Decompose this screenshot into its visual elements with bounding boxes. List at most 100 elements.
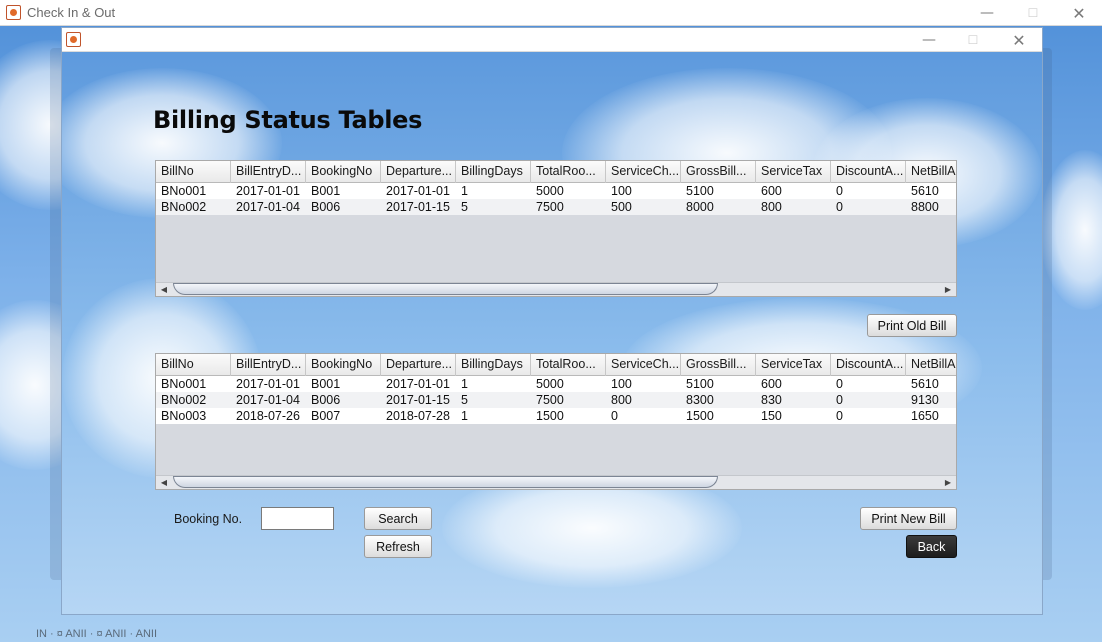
column-header[interactable]: Departure... <box>381 354 456 376</box>
booking-number-input[interactable] <box>261 507 334 530</box>
refresh-button[interactable]: Refresh <box>364 535 432 558</box>
table-cell[interactable]: 5 <box>456 199 531 215</box>
column-header[interactable]: BookingNo <box>306 354 381 376</box>
column-header[interactable]: TotalRoo... <box>531 161 606 183</box>
table-cell[interactable]: 5000 <box>531 376 606 392</box>
scrollbar-thumb[interactable] <box>173 283 718 295</box>
column-header[interactable]: GrossBill... <box>681 354 756 376</box>
table-cell[interactable]: 2017-01-01 <box>381 183 456 199</box>
table-cell[interactable]: 2017-01-15 <box>381 392 456 408</box>
scroll-right-icon[interactable]: ▶ <box>941 284 955 296</box>
table-cell[interactable]: 7500 <box>531 392 606 408</box>
column-header[interactable]: BillNo <box>156 354 231 376</box>
close-icon[interactable]: ✕ <box>996 28 1042 52</box>
column-header[interactable]: Departure... <box>381 161 456 183</box>
table-cell[interactable]: B006 <box>306 199 381 215</box>
column-header[interactable]: BillingDays <box>456 354 531 376</box>
table-cell[interactable]: B006 <box>306 392 381 408</box>
table-cell[interactable]: 0 <box>831 183 906 199</box>
table-cell[interactable]: 5 <box>456 392 531 408</box>
table-cell[interactable]: 2018-07-26 <box>231 408 306 424</box>
table-cell[interactable]: 1650 <box>906 408 956 424</box>
table-cell[interactable]: 800 <box>756 199 831 215</box>
scroll-left-icon[interactable]: ◀ <box>157 284 171 296</box>
table-cell[interactable]: BNo002 <box>156 199 231 215</box>
column-header[interactable]: ServiceTax <box>756 161 831 183</box>
table-cell[interactable]: 0 <box>831 408 906 424</box>
table-cell[interactable]: 2018-07-28 <box>381 408 456 424</box>
column-header[interactable]: DiscountA... <box>831 161 906 183</box>
table-cell[interactable]: 1 <box>456 376 531 392</box>
column-header[interactable]: NetBillAm <box>906 161 956 183</box>
table-row[interactable]: BNo001 2017-01-01 B001 2017-01-01 1 5000 100 51… <box>156 183 956 199</box>
print-old-bill-button[interactable]: Print Old Bill <box>867 314 957 337</box>
table-cell[interactable]: 2017-01-01 <box>231 376 306 392</box>
table-row[interactable]: BNo001 2017-01-01 B001 2017-01-01 1 5000 100 51… <box>156 376 956 392</box>
column-header[interactable]: GrossBill... <box>681 161 756 183</box>
table-cell[interactable]: 2017-01-01 <box>381 376 456 392</box>
new-bills-table[interactable]: BillNo BillEntryD... BookingNo Departure...… <box>155 353 957 490</box>
table-cell[interactable]: 1 <box>456 408 531 424</box>
table-cell[interactable]: 1 <box>456 183 531 199</box>
table-cell[interactable]: 7500 <box>531 199 606 215</box>
column-header[interactable]: ServiceCh... <box>606 161 681 183</box>
column-header[interactable]: NetBillAm <box>906 354 956 376</box>
table-cell[interactable]: 5000 <box>531 183 606 199</box>
table-cell[interactable]: 2017-01-01 <box>231 183 306 199</box>
table-cell[interactable]: B001 <box>306 376 381 392</box>
table-cell[interactable]: 100 <box>606 376 681 392</box>
maximize-icon[interactable]: ☐ <box>950 28 996 52</box>
table-cell[interactable]: 500 <box>606 199 681 215</box>
table-cell[interactable]: 600 <box>756 376 831 392</box>
table-cell[interactable]: 0 <box>831 376 906 392</box>
table-cell[interactable]: 100 <box>606 183 681 199</box>
table-cell[interactable]: 2017-01-04 <box>231 392 306 408</box>
close-icon[interactable]: ✕ <box>1056 0 1102 26</box>
horizontal-scrollbar[interactable]: ◀ ▶ <box>156 475 956 489</box>
table-cell[interactable]: BNo001 <box>156 183 231 199</box>
table-cell[interactable]: 150 <box>756 408 831 424</box>
print-new-bill-button[interactable]: Print New Bill <box>860 507 957 530</box>
table-cell[interactable]: 8800 <box>906 199 956 215</box>
table-cell[interactable]: 0 <box>831 392 906 408</box>
table-cell[interactable]: B007 <box>306 408 381 424</box>
table-cell[interactable]: 2017-01-15 <box>381 199 456 215</box>
table-cell[interactable]: 0 <box>831 199 906 215</box>
table-cell[interactable]: BNo002 <box>156 392 231 408</box>
table-cell[interactable]: 1500 <box>681 408 756 424</box>
column-header[interactable]: ServiceCh... <box>606 354 681 376</box>
search-button[interactable]: Search <box>364 507 432 530</box>
table-cell[interactable]: 2017-01-04 <box>231 199 306 215</box>
table-row[interactable]: BNo002 2017-01-04 B006 2017-01-15 5 7500 800 83… <box>156 392 956 408</box>
back-button[interactable]: Back <box>906 535 957 558</box>
table-cell[interactable]: BNo001 <box>156 376 231 392</box>
column-header[interactable]: ServiceTax <box>756 354 831 376</box>
table-cell[interactable]: 600 <box>756 183 831 199</box>
column-header[interactable]: DiscountA... <box>831 354 906 376</box>
table-cell[interactable]: 5100 <box>681 183 756 199</box>
table-cell[interactable]: 830 <box>756 392 831 408</box>
column-header[interactable]: BillingDays <box>456 161 531 183</box>
minimize-icon[interactable]: — <box>964 0 1010 26</box>
table-cell[interactable]: 800 <box>606 392 681 408</box>
table-cell[interactable]: 0 <box>606 408 681 424</box>
horizontal-scrollbar[interactable]: ◀ ▶ <box>156 282 956 296</box>
table-cell[interactable]: 9130 <box>906 392 956 408</box>
maximize-icon[interactable]: ☐ <box>1010 0 1056 26</box>
table-cell[interactable]: 5610 <box>906 183 956 199</box>
column-header[interactable]: BookingNo <box>306 161 381 183</box>
scrollbar-thumb[interactable] <box>173 476 718 488</box>
minimize-icon[interactable]: — <box>906 28 952 52</box>
table-row[interactable]: BNo003 2018-07-26 B007 2018-07-28 1 1500 0 1500… <box>156 408 956 424</box>
table-cell[interactable]: 5100 <box>681 376 756 392</box>
table-row[interactable]: BNo002 2017-01-04 B006 2017-01-15 5 7500 500 80… <box>156 199 956 215</box>
table-cell[interactable]: 8000 <box>681 199 756 215</box>
column-header[interactable]: BillEntryD... <box>231 354 306 376</box>
scroll-left-icon[interactable]: ◀ <box>157 477 171 489</box>
column-header[interactable]: BillEntryD... <box>231 161 306 183</box>
scroll-right-icon[interactable]: ▶ <box>941 477 955 489</box>
table-cell[interactable]: B001 <box>306 183 381 199</box>
column-header[interactable]: TotalRoo... <box>531 354 606 376</box>
table-cell[interactable]: BNo003 <box>156 408 231 424</box>
table-cell[interactable]: 5610 <box>906 376 956 392</box>
